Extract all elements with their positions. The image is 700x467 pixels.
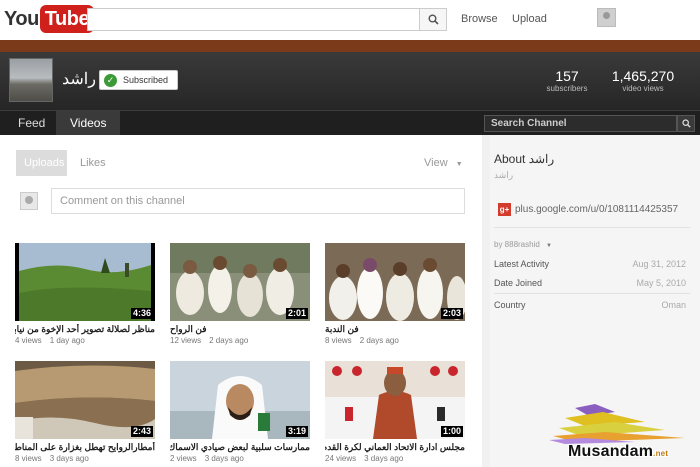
video-title[interactable]: فن الندبة — [325, 324, 465, 335]
video-item[interactable]: 2:43 أمطارالروايح تهطل بغزارة على المناط… — [15, 361, 155, 463]
search-button[interactable] — [419, 8, 447, 31]
video-views: 8 views — [325, 336, 352, 345]
chevron-down-icon: ▼ — [546, 243, 552, 249]
views-stat: 1,465,270 video views — [610, 68, 676, 94]
watermark-text: Musandam.net — [568, 443, 668, 461]
latest-activity-row: Latest Activity Aug 31, 2012 — [494, 259, 686, 269]
video-age: 1 day ago — [49, 336, 85, 345]
video-views: 8 views — [15, 454, 42, 463]
video-meta: 8 views 2 days ago — [325, 336, 465, 345]
video-duration: 2:03 — [440, 308, 463, 319]
video-duration: 4:36 — [130, 308, 153, 319]
info-label: Date Joined — [494, 278, 543, 288]
youtube-logo[interactable]: You Tube — [4, 5, 95, 33]
tab-videos[interactable]: Videos — [56, 111, 121, 135]
user-avatar[interactable] — [597, 8, 616, 27]
owner-dropdown[interactable]: by 888rashid ▼ — [494, 240, 552, 249]
uploads-tab[interactable]: Uploads — [16, 150, 67, 176]
watermark-name: Musandam — [568, 443, 654, 460]
google-plus-link[interactable]: plus.google.com/u/0/1081114425357 — [515, 204, 678, 215]
video-views: 24 views — [325, 454, 357, 463]
video-views: 2 views — [170, 454, 197, 463]
video-item[interactable]: 4:36 مناظر لصلالة تصوير أحد الإخوة من ني… — [15, 243, 155, 345]
country-row: Country Oman — [494, 300, 686, 310]
likes-tab[interactable]: Likes — [72, 150, 114, 176]
video-duration: 3:19 — [285, 426, 308, 437]
google-plus-icon: g+ — [498, 203, 511, 216]
info-value: May 5, 2010 — [636, 278, 686, 288]
view-label: View — [424, 157, 448, 169]
video-age: 3 days ago — [204, 454, 244, 463]
channel-tab-bar: Feed Videos Search Channel — [0, 110, 700, 135]
subscribers-label: subscribers — [546, 84, 588, 93]
comment-input[interactable]: Comment on this channel — [51, 188, 465, 214]
search-input[interactable] — [87, 8, 420, 31]
video-duration: 2:01 — [285, 308, 308, 319]
video-meta: 12 views 2 days ago — [170, 336, 310, 345]
search-icon — [681, 119, 691, 128]
comment-avatar — [20, 192, 38, 210]
views-count: 1,465,270 — [611, 68, 675, 84]
info-value: Aug 31, 2012 — [632, 259, 686, 269]
video-item[interactable]: 1:00 مجلس ادارة الاتحاد العماني لكرة الق… — [325, 361, 465, 463]
video-age: 2 days ago — [209, 336, 249, 345]
video-age: 3 days ago — [364, 454, 404, 463]
video-title[interactable]: مجلس ادارة الاتحاد العماني لكرة القدم يق… — [325, 442, 465, 453]
video-item[interactable]: 2:03 فن الندبة 8 views 2 days ago — [325, 243, 465, 345]
channel-search-button[interactable] — [677, 115, 695, 132]
video-duration: 2:43 — [130, 426, 153, 437]
video-title[interactable]: أمطارالروايح تهطل بغزارة على المناطق بال… — [15, 442, 155, 453]
video-meta: 2 views 3 days ago — [170, 454, 310, 463]
upload-link[interactable]: Upload — [512, 13, 547, 25]
masthead: You Tube Browse Upload — [0, 0, 700, 40]
channel-avatar[interactable] — [9, 58, 53, 102]
divider — [494, 227, 690, 228]
subscribed-label: Subscribed — [123, 75, 169, 85]
video-title[interactable]: مناظر لصلالة تصوير أحد الإخوة من نيابة ل… — [15, 324, 155, 335]
search-icon — [428, 14, 439, 25]
logo-tube-text: Tube — [39, 5, 95, 33]
subscribers-stat: 157 subscribers — [540, 68, 594, 94]
video-meta: 24 views 3 days ago — [325, 454, 465, 463]
video-meta: 4 views 1 day ago — [15, 336, 155, 345]
subscribers-count: 157 — [555, 68, 579, 84]
video-thumbnail[interactable]: 1:00 — [325, 361, 465, 439]
video-views: 4 views — [15, 336, 42, 345]
info-value: Oman — [661, 300, 686, 310]
divider — [494, 293, 690, 294]
video-thumbnail[interactable]: 2:43 — [15, 361, 155, 439]
date-joined-row: Date Joined May 5, 2010 — [494, 278, 686, 288]
video-meta: 8 views 3 days ago — [15, 454, 155, 463]
video-age: 3 days ago — [49, 454, 89, 463]
info-label: Latest Activity — [494, 259, 550, 269]
video-thumbnail[interactable]: 2:01 — [170, 243, 310, 321]
video-thumbnail[interactable]: 2:03 — [325, 243, 465, 321]
video-thumbnail[interactable]: 4:36 — [15, 243, 155, 321]
video-title[interactable]: ممارسات سلبية لبعض صيادي الاسماك بكلباء — [170, 442, 310, 453]
watermark-suffix: .net — [653, 449, 669, 458]
owner-label: by 888rashid — [494, 240, 540, 249]
uploads-panel: Uploads Likes View ▼ Comment on this cha… — [0, 135, 482, 467]
view-dropdown[interactable]: View ▼ — [424, 157, 463, 169]
video-title[interactable]: فن الرواح — [170, 324, 310, 335]
about-title: About راشد — [494, 152, 555, 166]
subscribed-button[interactable]: ✓ Subscribed — [99, 70, 178, 90]
video-views: 12 views — [170, 336, 202, 345]
check-icon: ✓ — [104, 73, 117, 87]
about-subtitle: راشد — [494, 170, 514, 180]
chevron-down-icon: ▼ — [455, 161, 463, 168]
info-label: Country — [494, 300, 526, 310]
video-item[interactable]: 2:01 فن الرواح 12 views 2 days ago — [170, 243, 310, 345]
browse-link[interactable]: Browse — [461, 13, 498, 25]
video-thumbnail[interactable]: 3:19 — [170, 361, 310, 439]
video-age: 2 days ago — [359, 336, 399, 345]
video-item[interactable]: 3:19 ممارسات سلبية لبعض صيادي الاسماك بك… — [170, 361, 310, 463]
channel-search-input[interactable]: Search Channel — [484, 115, 677, 132]
channel-name[interactable]: راشد — [62, 69, 96, 89]
video-duration: 1:00 — [440, 426, 463, 437]
main-panel: Uploads Likes View ▼ Comment on this cha… — [0, 135, 490, 467]
logo-you-text: You — [4, 7, 39, 30]
tab-feed[interactable]: Feed — [4, 111, 59, 135]
views-label: video views — [622, 84, 664, 93]
